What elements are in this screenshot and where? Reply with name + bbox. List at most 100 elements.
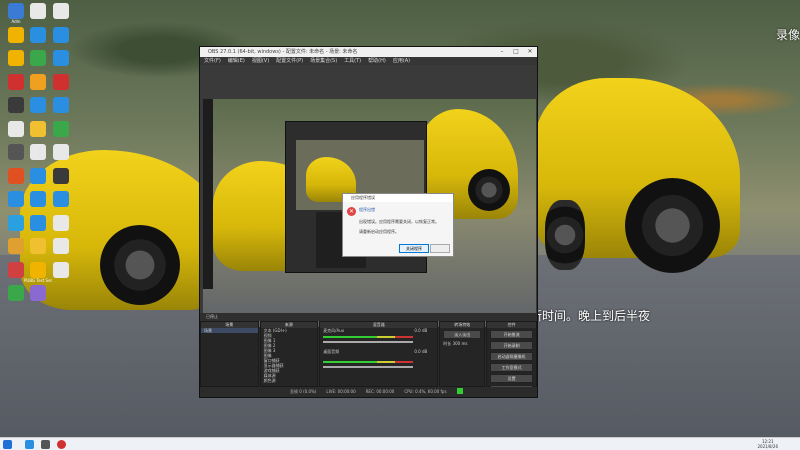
- taskbar-clock[interactable]: 12:21 2021/8/26: [757, 439, 778, 449]
- desktop-app-icon: [8, 50, 24, 66]
- desktop-app-icon: [30, 285, 46, 301]
- taskbar: 12:21 2021/8/26: [0, 437, 800, 450]
- transitions-header: 转场特效: [440, 322, 485, 328]
- desktop-icon[interactable]: [47, 167, 75, 184]
- start-icon[interactable]: [3, 440, 12, 449]
- mixer-track-desktop: 桌面音频 0.0 dB: [320, 349, 437, 354]
- desktop-app-icon: [53, 144, 69, 160]
- dialog-secondary-button[interactable]: [430, 244, 450, 253]
- desktop-app-icon: [30, 97, 46, 113]
- desktop-icon[interactable]: [47, 238, 75, 254]
- taskbar-obs-icon[interactable]: [57, 440, 66, 449]
- desktop-app-icon: [53, 191, 69, 207]
- obs-window[interactable]: OBS 27.0.1 (64-bit, windows) - 配置文件: 未命名…: [199, 46, 538, 398]
- menu-help[interactable]: 帮助(H): [368, 57, 386, 65]
- desktop-app-icon: [8, 144, 24, 160]
- desktop-icon[interactable]: [47, 97, 75, 113]
- mixer-track-mic: 麦克风/Aux 0.0 dB: [320, 328, 437, 333]
- desktop-icon[interactable]: [47, 73, 75, 90]
- desktop-app-icon: [8, 191, 24, 207]
- status-dropped: 丢帧 0 (0.0%): [290, 389, 317, 394]
- desktop-icon[interactable]: [47, 191, 75, 207]
- desktop-app-icon: [30, 261, 46, 278]
- preview-car-wheel: [468, 169, 510, 211]
- control-button[interactable]: 开始推流: [490, 330, 533, 339]
- desktop-icon[interactable]: [47, 26, 75, 43]
- desktop-slider[interactable]: [323, 366, 414, 368]
- error-dialog-message-2: 请重新启动应用程序。: [359, 229, 399, 234]
- mic-meter: [323, 336, 414, 338]
- desktop-app-icon: [30, 120, 46, 137]
- status-rec: REC: 00:00:00: [365, 389, 395, 394]
- menu-scene-collection[interactable]: 场景集合(S): [310, 57, 337, 65]
- control-button[interactable]: 开始录制: [490, 341, 533, 350]
- desktop-app-icon: [53, 73, 69, 90]
- desktop-icon[interactable]: [24, 285, 52, 301]
- error-dialog-message-1: 出现错误。应用程序需要关闭，以恢复正常。: [359, 219, 439, 224]
- desktop-icon[interactable]: [47, 144, 75, 160]
- close-icon[interactable]: ✕: [523, 47, 537, 57]
- toolbar-status: 已停止: [206, 314, 218, 319]
- control-button[interactable]: 设置: [490, 374, 533, 383]
- clock-date: 2021/8/26: [757, 444, 778, 449]
- menu-file[interactable]: 文件(F): [204, 57, 221, 65]
- close-program-button[interactable]: 关闭程序: [399, 244, 429, 253]
- desktop-app-icon: [53, 238, 69, 254]
- desktop-icon[interactable]: [47, 261, 75, 278]
- desktop-app-icon: [53, 261, 69, 278]
- menu-tools[interactable]: 工具(T): [344, 57, 361, 65]
- desktop-app-icon: [8, 238, 24, 254]
- transitions-panel: 转场特效 淡入淡出 时长 300 ms: [439, 321, 486, 387]
- desktop-icon[interactable]: [47, 214, 75, 231]
- controls-header: 控件: [487, 322, 536, 328]
- duration-value[interactable]: 300 ms: [453, 341, 468, 346]
- desktop-app-icon: [53, 50, 69, 66]
- desktop-app-icon: [8, 3, 24, 19]
- error-dialog-title: 应用程序错误: [343, 194, 453, 202]
- obs-toolbar: 已停止: [200, 313, 537, 321]
- desktop-app-icon: [30, 50, 46, 66]
- desktop-app-icon: [53, 167, 69, 184]
- desktop-icon[interactable]: [47, 3, 75, 19]
- transition-duration: 时长 300 ms: [440, 341, 484, 346]
- mic-slider[interactable]: [323, 341, 414, 343]
- wallpaper-car-right-wheel: [625, 178, 720, 273]
- source-item[interactable]: 颜色源: [261, 378, 318, 383]
- desktop-app-icon: [30, 214, 46, 231]
- mic-track-db: 0.0 dB: [414, 328, 428, 333]
- desktop-app-icon: [8, 214, 24, 231]
- desktop-track-name: 桌面音频: [323, 349, 340, 354]
- overlay-top-right: 录像: [776, 28, 800, 42]
- control-button[interactable]: 工作室模式: [490, 363, 533, 372]
- taskbar-app-2-icon[interactable]: [41, 440, 50, 449]
- mic-track-name: 麦克风/Aux: [323, 328, 345, 333]
- preview-icon-strip: [203, 99, 213, 289]
- desktop-app-icon: [30, 73, 46, 90]
- wallpaper-car-right-rear-wheel: [545, 200, 585, 270]
- menu-edit[interactable]: 编辑(E): [228, 57, 245, 65]
- status-live: LIVE: 00:00:00: [326, 389, 356, 394]
- desktop-app-icon: [53, 3, 69, 19]
- desktop-icon-label: PUBG Test Server: [24, 277, 52, 283]
- desktop-app-icon: [53, 120, 69, 137]
- control-button[interactable]: 启动虚拟摄像机: [490, 352, 533, 361]
- menu-profile[interactable]: 配置文件(P): [276, 57, 303, 65]
- desktop-app-icon: [8, 285, 24, 301]
- menu-view[interactable]: 视图(V): [252, 57, 269, 65]
- desktop-icon[interactable]: [47, 50, 75, 66]
- obs-title: OBS 27.0.1 (64-bit, windows) - 配置文件: 未命名…: [208, 49, 358, 55]
- obs-preview[interactable]: 应用程序错误 ✕ 程序出错 出现错误。应用程序需要关闭，以恢复正常。 请重新启动…: [200, 65, 537, 327]
- minimize-icon[interactable]: –: [495, 47, 509, 57]
- desktop-icon[interactable]: [47, 120, 75, 137]
- scene-item[interactable]: 场景: [201, 328, 258, 333]
- taskbar-app-1-icon[interactable]: [25, 440, 34, 449]
- obs-titlebar[interactable]: OBS 27.0.1 (64-bit, windows) - 配置文件: 未命名…: [200, 47, 537, 57]
- desktop-app-icon: [8, 261, 24, 278]
- menu-app[interactable]: 应用(A): [393, 57, 410, 65]
- maximize-icon[interactable]: □: [509, 47, 523, 57]
- obs-statusbar: 丢帧 0 (0.0%) LIVE: 00:00:00 REC: 00:00:00…: [200, 387, 537, 396]
- transition-select[interactable]: 淡入淡出: [443, 330, 482, 339]
- desktop-app-icon: [8, 120, 24, 137]
- error-dialog[interactable]: 应用程序错误 ✕ 程序出错 出现错误。应用程序需要关闭，以恢复正常。 请重新启动…: [342, 193, 454, 257]
- sources-list: 文本 (GDI+) 视频 图像 1 图像 2 图像 3 图像 窗口捕获 显示器捕获 游戏捕获 媒体…: [261, 328, 318, 383]
